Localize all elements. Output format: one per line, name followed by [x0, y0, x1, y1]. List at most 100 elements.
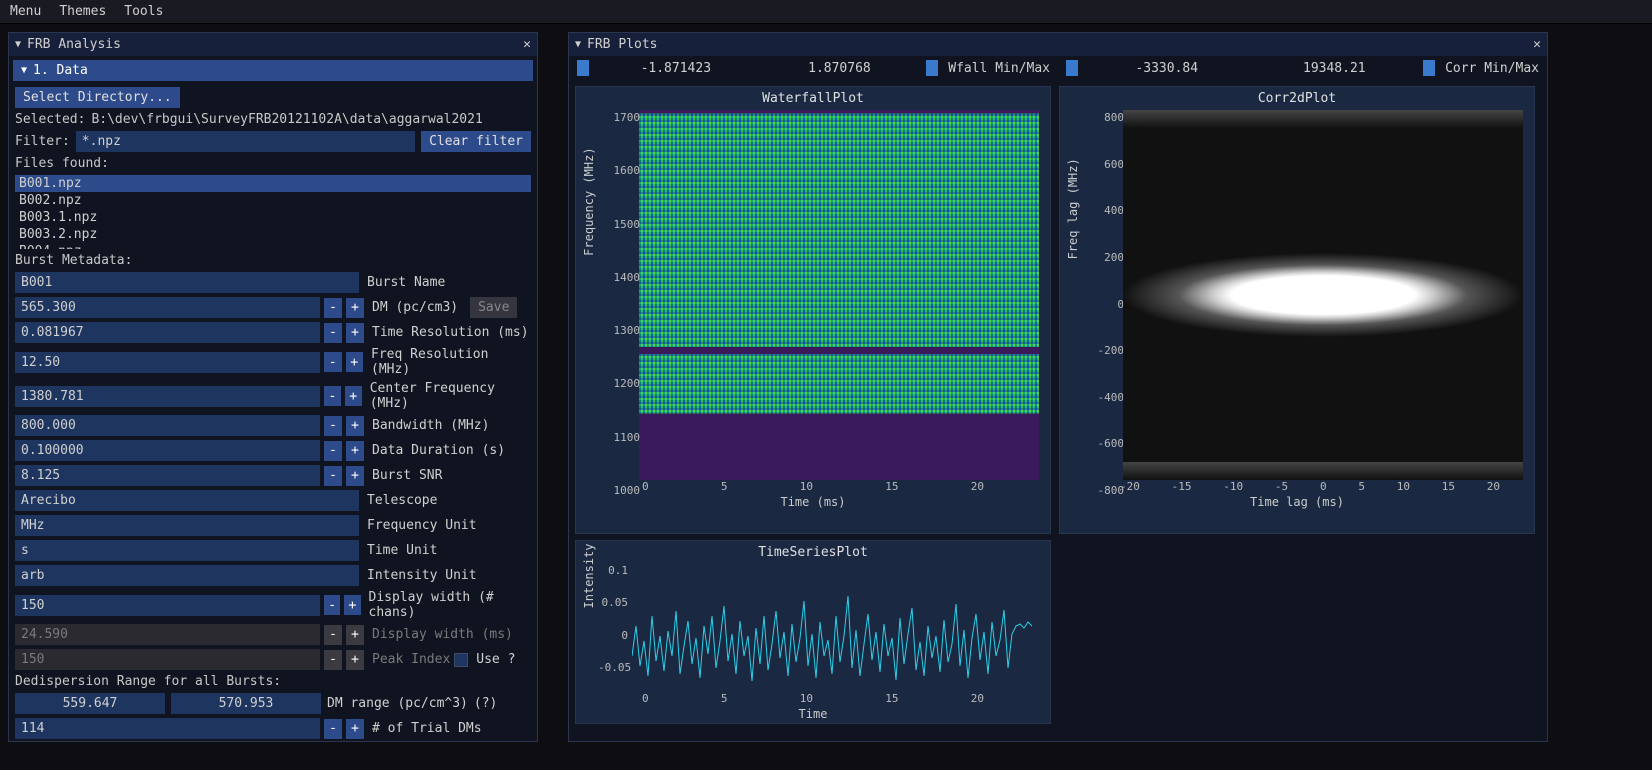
close-icon[interactable]: ✕ — [523, 37, 531, 52]
dedispersion-header: Dedispersion Range for all Bursts: — [15, 674, 281, 689]
disp-chan-input[interactable] — [15, 595, 320, 616]
trials-dec[interactable]: - — [324, 719, 342, 739]
list-item[interactable]: B004.npz — [15, 243, 531, 249]
chevron-down-icon: ▼ — [21, 65, 27, 76]
bw-input[interactable] — [15, 415, 320, 436]
disp-ms-input — [15, 624, 320, 645]
section-data[interactable]: ▼ 1. Data — [13, 60, 533, 81]
peak-idx-input — [15, 649, 320, 670]
menu-bar: Menu Themes Tools — [0, 0, 1652, 24]
list-item[interactable]: B002.npz — [15, 192, 531, 209]
y-axis-label: Frequency (MHz) — [582, 147, 596, 255]
waterfall-canvas — [639, 110, 1039, 480]
bw-inc[interactable]: + — [346, 416, 364, 436]
collapse-icon[interactable]: ▼ — [15, 39, 21, 50]
wfall-min-value: -1.871423 — [599, 61, 753, 76]
files-found-label: Files found: — [15, 156, 109, 171]
disp-chan-dec[interactable]: - — [324, 595, 340, 615]
wfall-max-handle[interactable] — [926, 60, 938, 76]
peak-idx-dec: - — [324, 650, 342, 670]
int-unit-label: Intensity Unit — [367, 568, 477, 583]
dm-inc[interactable]: + — [346, 298, 364, 318]
file-list[interactable]: B001.npz B002.npz B003.1.npz B003.2.npz … — [15, 175, 531, 249]
dur-input[interactable] — [15, 440, 320, 461]
list-item[interactable]: B003.1.npz — [15, 209, 531, 226]
snr-dec[interactable]: - — [324, 466, 342, 486]
fres-input[interactable] — [15, 352, 320, 373]
clear-filter-button[interactable]: Clear filter — [421, 131, 531, 152]
collapse-icon[interactable]: ▼ — [575, 39, 581, 50]
corr2d-plot[interactable]: Corr2dPlot 800 600 400 200 0 -200 -400 -… — [1059, 86, 1535, 534]
disp-chan-inc[interactable]: + — [344, 595, 360, 615]
dm-input[interactable] — [15, 297, 320, 318]
snr-input[interactable] — [15, 465, 320, 486]
burst-name-label: Burst Name — [367, 275, 445, 290]
frb-plots-panel: ▼ FRB Plots ✕ -1.871423 1.870768 Wfall M… — [568, 32, 1548, 742]
trials-inc[interactable]: + — [346, 719, 364, 739]
dm-hi-input[interactable] — [171, 693, 321, 714]
disp-ms-label: Display width (ms) — [372, 627, 513, 642]
timeseries-canvas — [632, 586, 1032, 706]
trials-label: # of Trial DMs — [372, 721, 482, 736]
wfall-min-handle[interactable] — [577, 60, 589, 76]
corr-slider-label: Corr Min/Max — [1445, 61, 1539, 76]
corr-min-handle[interactable] — [1066, 60, 1078, 76]
freq-unit-label: Frequency Unit — [367, 518, 477, 533]
cfreq-inc[interactable]: + — [345, 386, 362, 406]
x-axis-label: Time (ms) — [780, 493, 845, 511]
menu-item-menu[interactable]: Menu — [10, 4, 41, 19]
cfreq-input[interactable] — [15, 386, 320, 407]
panel-title: FRB Plots — [587, 37, 657, 52]
list-item[interactable]: B001.npz — [15, 175, 531, 192]
trials-input[interactable] — [15, 718, 320, 739]
y-axis-label: Intensity — [582, 543, 596, 608]
close-icon[interactable]: ✕ — [1533, 37, 1541, 52]
x-axis-label: Time — [799, 705, 828, 723]
dur-inc[interactable]: + — [346, 441, 364, 461]
waterfall-plot[interactable]: WaterfallPlot 1700 1600 1500 1400 1300 1… — [575, 86, 1051, 534]
telescope-input[interactable] — [15, 490, 359, 511]
corr-canvas — [1123, 110, 1523, 480]
time-unit-input[interactable] — [15, 540, 359, 561]
select-directory-button[interactable]: Select Directory... — [15, 87, 180, 108]
tres-inc[interactable]: + — [346, 323, 364, 343]
dm-range-label: DM range (pc/cm^3) — [327, 696, 468, 711]
freq-unit-input[interactable] — [15, 515, 359, 536]
corr-max-handle[interactable] — [1423, 60, 1435, 76]
y-axis-label: Freq lag (MHz) — [1066, 158, 1080, 259]
plot-title: Corr2dPlot — [1258, 87, 1336, 110]
save-button[interactable]: Save — [470, 297, 517, 318]
menu-item-themes[interactable]: Themes — [59, 4, 106, 19]
wfall-max-value: 1.870768 — [763, 61, 917, 76]
filter-label: Filter: — [15, 134, 70, 149]
dm-dec[interactable]: - — [324, 298, 342, 318]
filter-input[interactable] — [76, 131, 415, 152]
dur-dec[interactable]: - — [324, 441, 342, 461]
snr-label: Burst SNR — [372, 468, 442, 483]
burst-name-input[interactable] — [15, 272, 359, 293]
menu-item-tools[interactable]: Tools — [124, 4, 163, 19]
selected-path: B:\dev\frbgui\SurveyFRB20121102A\data\ag… — [91, 112, 482, 127]
peak-idx-inc: + — [346, 650, 364, 670]
dm-lo-input[interactable] — [15, 693, 165, 714]
wfall-slider-label: Wfall Min/Max — [948, 61, 1050, 76]
fres-dec[interactable]: - — [324, 352, 342, 372]
fres-inc[interactable]: + — [346, 352, 364, 372]
use-label: Use ? — [476, 652, 515, 667]
peak-idx-label: Peak Index — [372, 652, 450, 667]
int-unit-input[interactable] — [15, 565, 359, 586]
tres-dec[interactable]: - — [324, 323, 342, 343]
cfreq-dec[interactable]: - — [324, 386, 341, 406]
plot-title: WaterfallPlot — [762, 87, 864, 110]
dm-range-help[interactable]: (?) — [474, 696, 497, 711]
snr-inc[interactable]: + — [346, 466, 364, 486]
tres-input[interactable] — [15, 322, 320, 343]
timeseries-plot[interactable]: TimeSeriesPlot 0.1 0.05 0 -0.05 Intensit… — [575, 540, 1051, 724]
disp-ms-inc: + — [346, 625, 364, 645]
telescope-label: Telescope — [367, 493, 437, 508]
use-checkbox[interactable] — [454, 653, 468, 667]
list-item[interactable]: B003.2.npz — [15, 226, 531, 243]
bw-dec[interactable]: - — [324, 416, 342, 436]
metadata-header: Burst Metadata: — [15, 253, 132, 268]
x-axis-label: Time lag (ms) — [1250, 493, 1344, 511]
